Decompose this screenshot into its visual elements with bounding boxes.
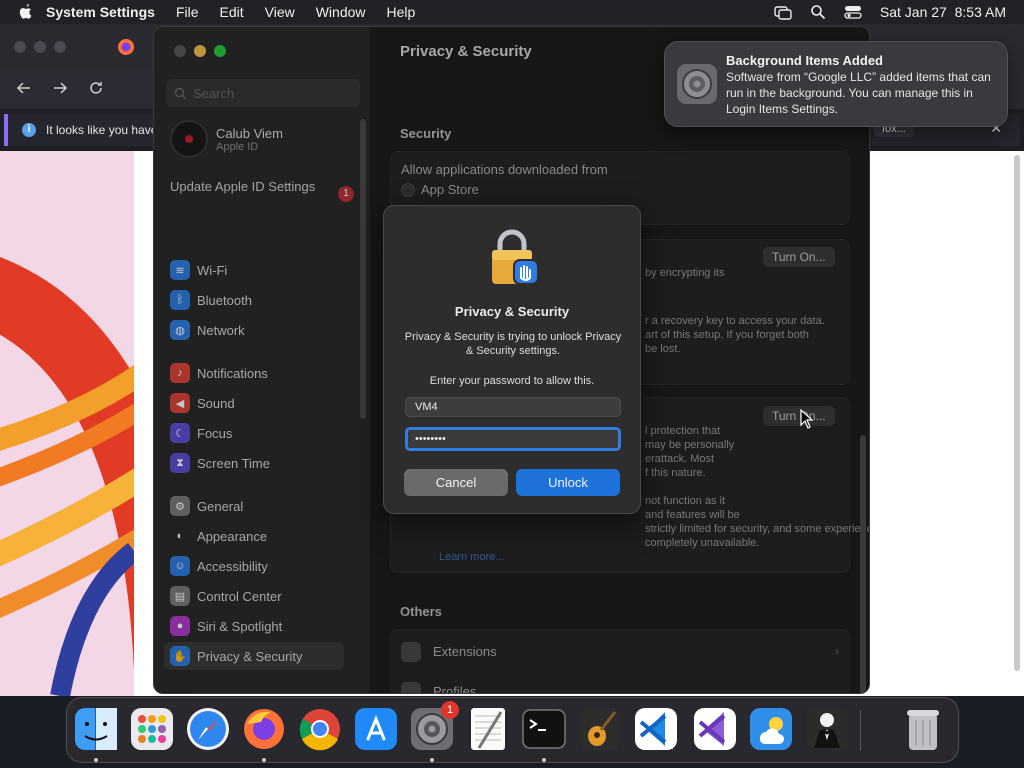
menu-bar: System Settings File Edit View Window He… (0, 0, 1024, 24)
menu-view[interactable]: View (265, 4, 295, 20)
apple-logo-icon[interactable] (18, 3, 34, 21)
info-icon: i (22, 123, 36, 137)
menu-help[interactable]: Help (387, 4, 416, 20)
lock-icon (492, 229, 539, 285)
dock-launchpad-icon[interactable] (129, 706, 175, 752)
dock-alfred-icon[interactable] (804, 706, 850, 752)
dock-app-store-icon[interactable] (353, 706, 399, 752)
menubar-clock[interactable]: Sat Jan 27 8:53 AM (880, 4, 1006, 20)
reload-icon[interactable] (88, 80, 104, 96)
dock-separator (860, 710, 861, 750)
back-arrow-icon[interactable] (16, 80, 32, 96)
dock-terminal-icon[interactable] (521, 706, 567, 752)
menu-window[interactable]: Window (316, 4, 366, 20)
dock-visual-studio-icon[interactable] (692, 706, 738, 752)
dialog-message: Privacy & Security is trying to unlock P… (404, 331, 622, 357)
system-settings-gear-icon (677, 64, 717, 104)
page-scrollbar[interactable] (1014, 155, 1020, 671)
background-items-notification[interactable]: Background Items Added Software from “Go… (664, 41, 1008, 127)
dock: 1 (66, 697, 959, 763)
menu-app-name[interactable]: System Settings (46, 4, 155, 20)
dock-running-indicator (94, 758, 98, 762)
dock-safari-icon[interactable] (185, 706, 231, 752)
browser-window-controls (14, 41, 66, 53)
notification-body: Software from “Google LLC” added items t… (726, 70, 991, 116)
dock-trash-icon[interactable] (900, 706, 946, 752)
username-field[interactable] (405, 397, 621, 417)
firefox-icon[interactable] (117, 38, 135, 56)
dock-textedit-icon[interactable] (465, 706, 511, 752)
dock-running-indicator (262, 758, 266, 762)
dock-firefox-icon[interactable] (241, 706, 287, 752)
screen-mirroring-icon[interactable] (774, 4, 792, 20)
dock-separator (672, 710, 673, 750)
cancel-button[interactable]: Cancel (404, 469, 508, 496)
password-field[interactable] (405, 427, 621, 451)
zoom-button[interactable] (54, 41, 66, 53)
notification-title: Background Items Added (726, 53, 883, 68)
unlock-dialog: Privacy & Security Privacy & Security is… (383, 205, 641, 514)
dialog-title: Privacy & Security (454, 304, 570, 319)
dock-weather-icon[interactable] (748, 706, 794, 752)
dock-garageband-icon[interactable] (577, 706, 623, 752)
dock-running-indicator (542, 758, 546, 762)
menu-file[interactable]: File (176, 4, 199, 20)
dock-chrome-icon[interactable] (297, 706, 343, 752)
forward-arrow-icon[interactable] (52, 80, 68, 96)
menu-edit[interactable]: Edit (220, 4, 244, 20)
close-button[interactable] (14, 41, 26, 53)
wallpaper-art (0, 151, 134, 696)
unlock-button[interactable]: Unlock (516, 469, 620, 496)
dock-notification-badge: 1 (441, 701, 459, 719)
mouse-pointer-icon (800, 409, 814, 429)
spotlight-search-icon[interactable] (810, 4, 826, 20)
dock-finder-icon[interactable] (73, 706, 119, 752)
dock-running-indicator (430, 758, 434, 762)
minimize-button[interactable] (34, 41, 46, 53)
control-center-icon[interactable] (844, 4, 862, 20)
notice-text: It looks like you have (46, 123, 158, 137)
dialog-prompt: Enter your password to allow this. (429, 375, 595, 387)
